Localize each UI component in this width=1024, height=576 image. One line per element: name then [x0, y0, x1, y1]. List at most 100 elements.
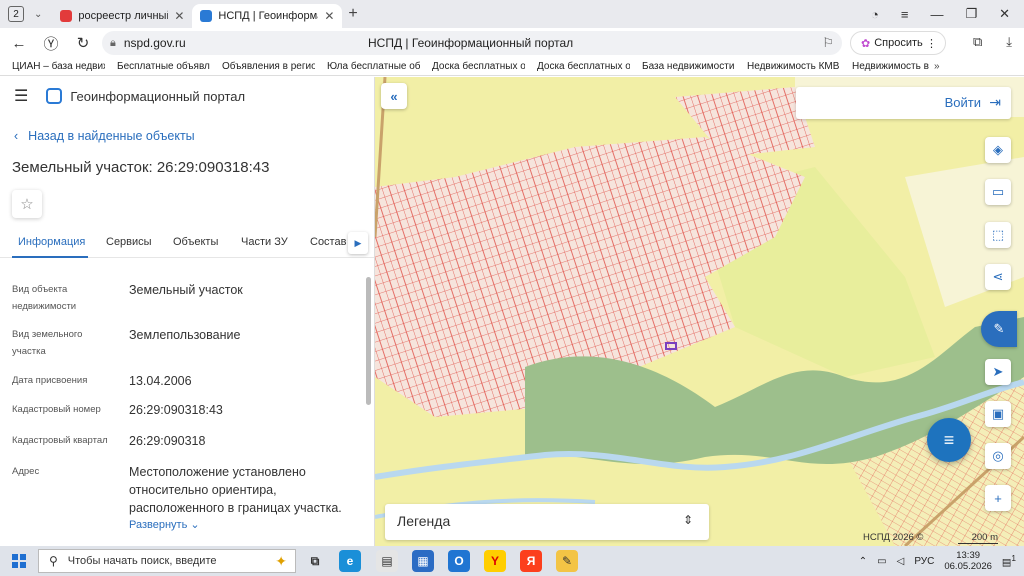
- edge-icon[interactable]: e: [339, 550, 361, 572]
- scrollbar-thumb[interactable]: [366, 277, 371, 405]
- login-button[interactable]: Войти ⇥: [796, 87, 1011, 119]
- map-view[interactable]: « Войти ⇥ ◈ ▭ ⬚ ⋖ ✎ ➤ ▣ ◎ + ≡ Легенда ⇕ …: [375, 77, 1024, 546]
- location-icon[interactable]: ◎: [985, 443, 1011, 469]
- tabs-scroll-right-button[interactable]: ▶: [348, 232, 368, 254]
- bookmark-item[interactable]: Недвижимость в Ставрополе: [840, 61, 930, 72]
- browser-tab-strip: 2 ⌄ росреестр личный кабинет ✕ НСПД | Ге…: [0, 0, 1024, 28]
- search-placeholder: Чтобы начать поиск, введите: [67, 555, 217, 567]
- extensions-icon[interactable]: ⧉: [973, 34, 982, 50]
- profile-icon[interactable]: ◔: [871, 7, 879, 22]
- select-area-icon[interactable]: ⬚: [985, 222, 1011, 248]
- panel-header: ☰ Геоинформационный портал: [0, 77, 374, 115]
- more-bookmarks-icon[interactable]: »: [934, 61, 940, 72]
- clock-time: 13:39: [956, 550, 981, 561]
- minimize-button[interactable]: —: [930, 7, 943, 22]
- yandex-icon[interactable]: Ⓨ: [38, 33, 64, 54]
- speaker-icon[interactable]: ◁: [897, 556, 905, 567]
- windows-taskbar: ⚲ Чтобы начать поиск, введите ✦ ⧉ e ▤ ▦ …: [0, 546, 1024, 576]
- expand-link[interactable]: Развернуть ⌄: [129, 518, 200, 531]
- property-value: Землепользование: [129, 328, 241, 342]
- bookmark-item[interactable]: ЦИАН – база недвижимости: [0, 61, 105, 72]
- yandex-browser-icon[interactable]: Y: [484, 550, 506, 572]
- browser-actions: ⧉ ⤓: [973, 34, 1012, 50]
- legend-dropdown[interactable]: Легенда ⇕: [385, 504, 709, 540]
- back-arrow-icon[interactable]: ←: [6, 35, 32, 52]
- restore-button[interactable]: ❐: [965, 6, 977, 22]
- tab-services[interactable]: Сервисы: [106, 236, 152, 248]
- close-icon[interactable]: ✕: [324, 9, 334, 23]
- chevron-down-icon: ⌄: [190, 519, 200, 531]
- close-icon[interactable]: ✕: [174, 9, 184, 23]
- bookmark-item[interactable]: Юла бесплатные объявления: [315, 61, 420, 72]
- layers-icon[interactable]: ◈: [985, 137, 1011, 163]
- chevron-down-icon[interactable]: ⌄: [34, 9, 42, 20]
- back-link[interactable]: ‹ Назад в найденные объекты: [14, 129, 374, 143]
- start-button[interactable]: [12, 554, 26, 568]
- edit-tool-icon[interactable]: ✎: [981, 311, 1017, 347]
- chat-icon[interactable]: ≡: [927, 418, 971, 462]
- task-view-icon[interactable]: ⧉: [304, 550, 326, 572]
- nspd-favicon-icon: [200, 10, 213, 22]
- browser-tab-nspd[interactable]: НСПД | Геоинформационный портал ✕: [192, 4, 343, 28]
- tab-information[interactable]: Информация: [18, 236, 85, 248]
- picture-in-picture-icon[interactable]: ▣: [985, 401, 1011, 427]
- bookmark-icon[interactable]: ⚐: [822, 35, 834, 51]
- ask-button-label: Спросить: [874, 37, 923, 49]
- favorite-star-button[interactable]: ☆: [12, 190, 42, 218]
- taskbar-search[interactable]: ⚲ Чтобы начать поиск, введите ✦: [38, 549, 296, 573]
- map-copyright: НСПД 2026 ©: [863, 532, 924, 543]
- active-tab-indicator: [12, 256, 88, 258]
- download-icon[interactable]: ⤓: [1006, 34, 1012, 50]
- tab-count-button[interactable]: 2: [8, 6, 24, 22]
- chevron-up-down-icon: ⇕: [682, 513, 693, 527]
- property-label: Кадастровый квартал: [12, 435, 108, 446]
- browser-tab-rosreestr[interactable]: росреестр личный кабинет ✕: [52, 4, 192, 28]
- property-value: Земельный участок: [129, 283, 243, 297]
- language-indicator[interactable]: РУС: [914, 556, 934, 567]
- network-icon[interactable]: ▭: [877, 556, 886, 567]
- outlook-icon[interactable]: O: [448, 550, 470, 572]
- zoom-in-icon[interactable]: +: [985, 485, 1011, 511]
- more-icon[interactable]: ⋮: [926, 37, 937, 50]
- ask-button[interactable]: ✿ Спросить ⋮: [850, 31, 946, 55]
- url-field[interactable]: 🔒︎ nspd.gov.ru НСПД | Геоинформационный …: [102, 31, 842, 55]
- hamburger-menu-icon[interactable]: ☰: [14, 86, 28, 106]
- map-canvas: [375, 77, 1024, 546]
- bookmark-item[interactable]: Бесплатные объявления: [105, 61, 210, 72]
- panel-scrollbar[interactable]: [364, 275, 372, 545]
- navigate-icon[interactable]: ➤: [985, 359, 1011, 385]
- clock[interactable]: 13:39 06.05.2026: [944, 550, 992, 572]
- bookmark-item[interactable]: Доска бесплатных объявлений: [525, 61, 630, 72]
- store-icon[interactable]: ▦: [412, 550, 434, 572]
- file-explorer-icon[interactable]: ▤: [376, 550, 398, 572]
- notifications-icon[interactable]: ▤1: [1002, 553, 1016, 568]
- property-label: Вид земельного участка: [12, 329, 83, 357]
- address-bar-row: ← Ⓨ ↻ 🔒︎ nspd.gov.ru НСПД | Геоинформаци…: [0, 28, 1024, 58]
- tab-composition[interactable]: Состав: [310, 236, 346, 248]
- property-label: Кадастровый номер: [12, 404, 101, 415]
- tab-title: росреестр личный кабинет: [78, 10, 168, 22]
- legend-label: Легенда: [397, 513, 451, 529]
- bookmark-item[interactable]: Доска бесплатных объявлений: [420, 61, 525, 72]
- reload-icon[interactable]: ↻: [70, 34, 96, 52]
- new-tab-button[interactable]: +: [348, 5, 357, 23]
- close-window-button[interactable]: ✕: [999, 6, 1010, 22]
- page-title: НСПД | Геоинформационный портал: [368, 36, 574, 50]
- chevron-up-icon[interactable]: ⌃: [859, 556, 867, 567]
- search-icon: ⚲: [49, 554, 58, 568]
- lock-icon: 🔒︎: [110, 36, 116, 49]
- bookmark-item[interactable]: База недвижимости: [630, 61, 735, 72]
- window-controls: ◔ ≡ — ❐ ✕: [871, 6, 1024, 22]
- tab-parts[interactable]: Части ЗУ: [241, 236, 288, 248]
- yandex-icon[interactable]: Я: [520, 550, 542, 572]
- ruler-icon[interactable]: ▭: [985, 179, 1011, 205]
- tab-objects[interactable]: Объекты: [173, 236, 218, 248]
- property-label: Адрес: [12, 466, 40, 477]
- share-icon[interactable]: ⋖: [985, 264, 1011, 290]
- menu-icon[interactable]: ≡: [901, 7, 909, 22]
- collapse-panel-button[interactable]: «: [381, 83, 407, 109]
- app-icon[interactable]: ✎: [556, 550, 578, 572]
- bookmark-item[interactable]: Недвижимость КМВ: [735, 61, 840, 72]
- portal-name: Геоинформационный портал: [70, 88, 246, 104]
- bookmark-item[interactable]: Объявления в регионе: [210, 61, 315, 72]
